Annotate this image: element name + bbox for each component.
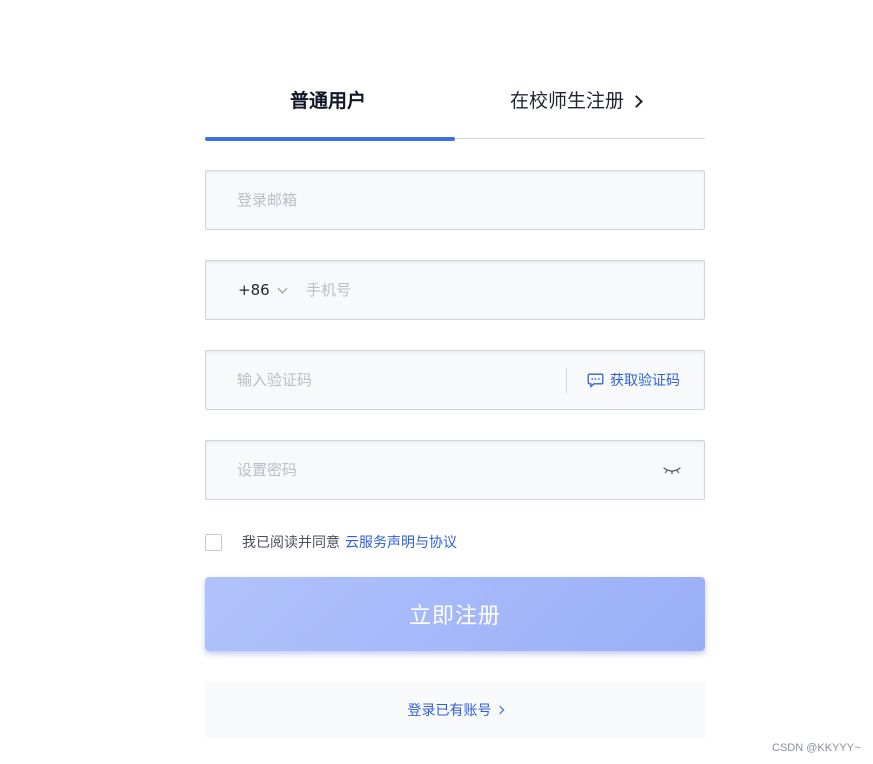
code-divider	[566, 368, 567, 393]
agreement-text: 我已阅读并同意	[242, 535, 340, 551]
active-tab-indicator	[205, 137, 455, 141]
country-code-value: +86	[238, 281, 270, 299]
login-existing-account-label: 登录已有账号	[407, 703, 492, 719]
eye-closed-icon[interactable]	[662, 463, 682, 477]
watermark: CSDN @KKYYY~	[772, 742, 861, 754]
agreement-checkbox[interactable]	[205, 533, 222, 551]
login-existing-account-link[interactable]: 登录已有账号	[407, 700, 504, 720]
phone-field: +86	[205, 260, 705, 320]
country-code-select[interactable]: +86	[238, 261, 288, 319]
tab-campus-register[interactable]: 在校师生注册	[510, 88, 643, 114]
agreement-row: 我已阅读并同意 云服务声明与协议	[205, 532, 457, 552]
agreement-link[interactable]: 云服务声明与协议	[345, 532, 457, 552]
tab-regular-user[interactable]: 普通用户	[290, 88, 366, 114]
password-input[interactable]	[237, 441, 637, 499]
get-code-label: 获取验证码	[610, 373, 680, 389]
chevron-right-icon	[495, 705, 504, 715]
get-code-button[interactable]: 获取验证码	[587, 351, 680, 409]
email-field	[205, 170, 705, 230]
tab-campus-register-label: 在校师生注册	[510, 90, 625, 112]
verification-code-field: 获取验证码	[205, 350, 705, 410]
register-button[interactable]: 立即注册	[205, 577, 705, 651]
tab-bar: 普通用户 在校师生注册	[205, 80, 705, 141]
chevron-down-icon	[277, 283, 288, 293]
chevron-right-icon	[630, 95, 643, 108]
phone-input[interactable]	[306, 261, 676, 319]
login-box: 登录已有账号	[205, 682, 705, 738]
password-field	[205, 440, 705, 500]
tab-regular-user-label: 普通用户	[290, 90, 367, 112]
message-icon	[587, 373, 604, 387]
verification-code-input[interactable]	[237, 351, 557, 409]
email-input[interactable]	[237, 171, 677, 229]
